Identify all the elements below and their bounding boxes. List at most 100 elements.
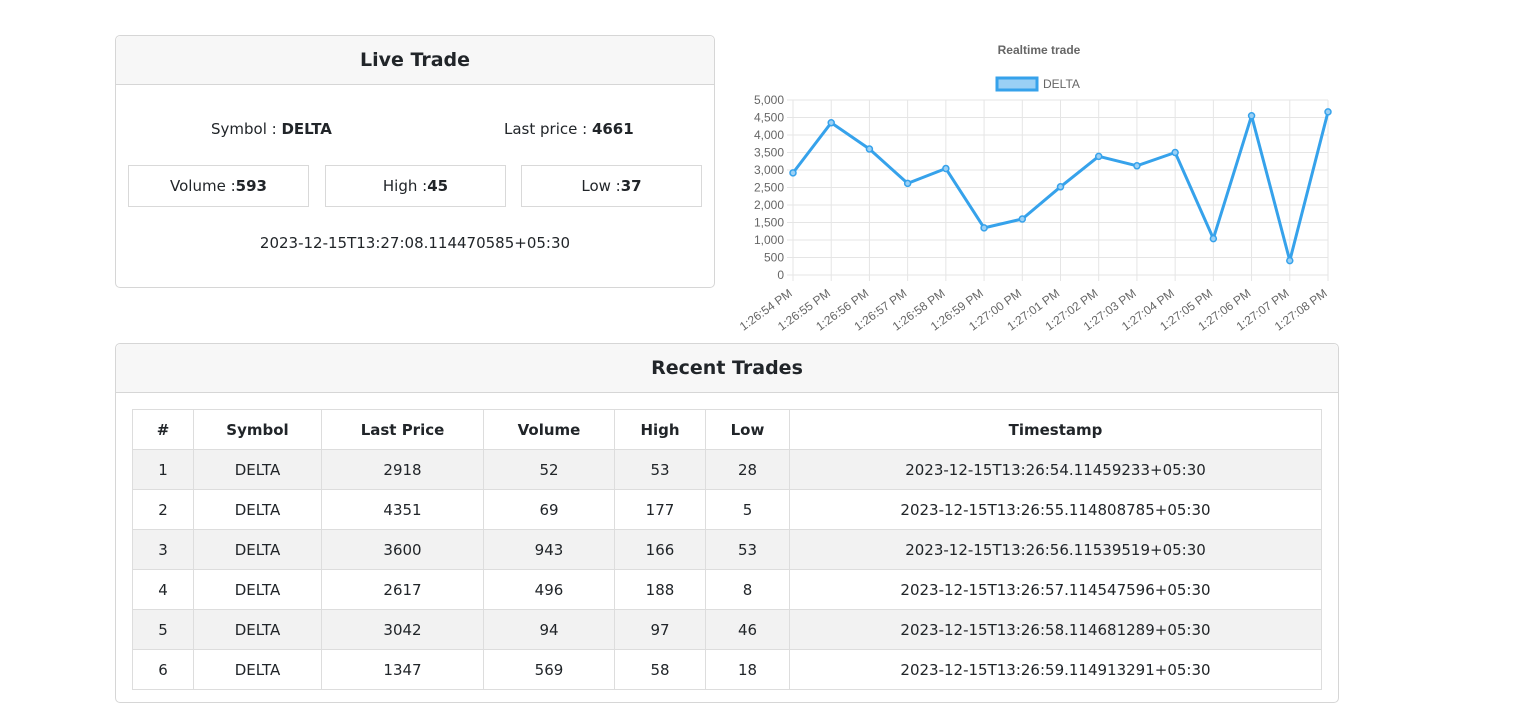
col-header-last-price: Last Price	[321, 409, 484, 450]
high-label: High :	[382, 177, 428, 195]
volume-value: 593	[235, 177, 267, 195]
cell-symbol: DELTA	[193, 609, 322, 650]
cell-high: 188	[614, 569, 706, 610]
col-header-volume: Volume	[483, 409, 615, 450]
cell-last-price: 1347	[321, 649, 484, 690]
cell-symbol: DELTA	[193, 449, 322, 490]
live-timestamp: 2023-12-15T13:27:08.114470585+05:30	[259, 234, 571, 252]
symbol-label: Symbol :	[211, 120, 282, 138]
cell-timestamp: 2023-12-15T13:26:55.114808785+05:30	[789, 489, 1322, 530]
symbol-info: Symbol : DELTA	[211, 120, 332, 138]
table-row: 5 DELTA 3042 94 97 46 2023-12-15T13:26:5…	[132, 609, 1322, 650]
y-tick-label: 3,000	[754, 163, 784, 177]
y-tick-label: 1,500	[754, 216, 784, 230]
cell-high: 53	[614, 449, 706, 490]
cell-high: 166	[614, 529, 706, 570]
recent-trades-table: # Symbol Last Price Volume High Low Time…	[132, 409, 1322, 690]
legend-swatch	[995, 76, 1039, 92]
realtime-chart-svg: Realtime trade DELTA 0 500 1,000 1,500 2,000 2,…	[737, 43, 1332, 334]
cell-last-price: 4351	[321, 489, 484, 530]
cell-last-price: 2918	[321, 449, 484, 490]
realtime-chart: Realtime trade DELTA 0 500 1,000 1,500 2,000 2,…	[730, 38, 1340, 338]
cell-last-price: 3600	[321, 529, 484, 570]
high-box: High : 45	[325, 165, 506, 207]
cell-timestamp: 2023-12-15T13:26:59.114913291+05:30	[789, 649, 1322, 690]
cell-symbol: DELTA	[193, 569, 322, 610]
low-box: Low : 37	[521, 165, 702, 207]
col-header-low: Low	[705, 409, 790, 450]
table-row: 4 DELTA 2617 496 188 8 2023-12-15T13:26:…	[132, 569, 1322, 610]
data-point	[1094, 152, 1103, 161]
y-tick-label: 0	[777, 268, 784, 282]
cell-low: 5	[705, 489, 790, 530]
data-point	[789, 169, 797, 177]
live-trade-title: Live Trade	[116, 36, 714, 85]
cell-volume: 569	[483, 649, 615, 690]
y-tick-label: 500	[764, 251, 784, 265]
data-point	[1018, 215, 1027, 223]
col-header-timestamp: Timestamp	[789, 409, 1322, 450]
legend-label: DELTA	[1043, 77, 1080, 91]
data-point	[1286, 256, 1294, 265]
low-label: Low :	[581, 177, 621, 195]
cell-timestamp: 2023-12-15T13:26:56.11539519+05:30	[789, 529, 1322, 570]
high-value: 45	[427, 177, 449, 195]
table-row: 3 DELTA 3600 943 166 53 2023-12-15T13:26…	[132, 529, 1322, 570]
cell-volume: 943	[483, 529, 615, 570]
recent-trades-card: Recent Trades # Symbol Last Price Volume…	[115, 343, 1339, 703]
cell-last-price: 2617	[321, 569, 484, 610]
data-point	[903, 179, 912, 188]
cell-high: 58	[614, 649, 706, 690]
cell-timestamp: 2023-12-15T13:26:57.114547596+05:30	[789, 569, 1322, 610]
cell-volume: 69	[483, 489, 615, 530]
last-price-info: Last price : 4661	[504, 120, 634, 138]
cell-symbol: DELTA	[193, 649, 322, 690]
symbol-value: DELTA	[281, 120, 332, 138]
cell-last-price: 3042	[321, 609, 484, 650]
data-point	[980, 224, 988, 232]
cell-low: 53	[705, 529, 790, 570]
y-tick-label: 5,000	[754, 93, 784, 107]
live-trade-card: Live Trade Symbol : DELTA Last price : 4…	[115, 35, 715, 288]
cell-low: 28	[705, 449, 790, 490]
cell-index: 3	[132, 529, 194, 570]
data-point	[1171, 148, 1179, 157]
volume-label: Volume :	[170, 177, 236, 195]
last-price-value: 4661	[591, 120, 634, 138]
y-tick-label: 2,500	[754, 181, 784, 195]
cell-low: 8	[705, 569, 790, 610]
table-header-row: # Symbol Last Price Volume High Low Time…	[132, 409, 1322, 450]
chart-title: Realtime trade	[998, 43, 1081, 57]
cell-volume: 496	[483, 569, 615, 610]
recent-trades-title: Recent Trades	[116, 344, 1338, 393]
cell-index: 6	[132, 649, 194, 690]
low-value: 37	[620, 177, 642, 195]
col-header-index: #	[132, 409, 194, 450]
col-header-symbol: Symbol	[193, 409, 322, 450]
cell-index: 4	[132, 569, 194, 610]
table-row: 6 DELTA 1347 569 58 18 2023-12-15T13:26:…	[132, 649, 1322, 690]
cell-high: 97	[614, 609, 706, 650]
data-point	[1324, 108, 1332, 116]
data-point	[1247, 112, 1256, 120]
data-point	[865, 145, 874, 153]
y-tick-label: 1,000	[754, 233, 784, 247]
cell-timestamp: 2023-12-15T13:26:54.11459233+05:30	[789, 449, 1322, 490]
cell-high: 177	[614, 489, 706, 530]
data-point	[1056, 183, 1065, 191]
data-point	[827, 118, 835, 127]
table-row: 2 DELTA 4351 69 177 5 2023-12-15T13:26:5…	[132, 489, 1322, 530]
cell-index: 5	[132, 609, 194, 650]
cell-volume: 52	[483, 449, 615, 490]
data-point	[942, 164, 950, 173]
cell-volume: 94	[483, 609, 615, 650]
cell-low: 46	[705, 609, 790, 650]
cell-index: 1	[132, 449, 194, 490]
y-tick-label: 4,000	[754, 128, 784, 142]
last-price-label: Last price :	[504, 120, 592, 138]
y-tick-label: 2,000	[754, 198, 784, 212]
col-header-high: High	[614, 409, 706, 450]
cell-symbol: DELTA	[193, 529, 322, 570]
table-row: 1 DELTA 2918 52 53 28 2023-12-15T13:26:5…	[132, 449, 1322, 490]
data-point	[1209, 234, 1218, 243]
